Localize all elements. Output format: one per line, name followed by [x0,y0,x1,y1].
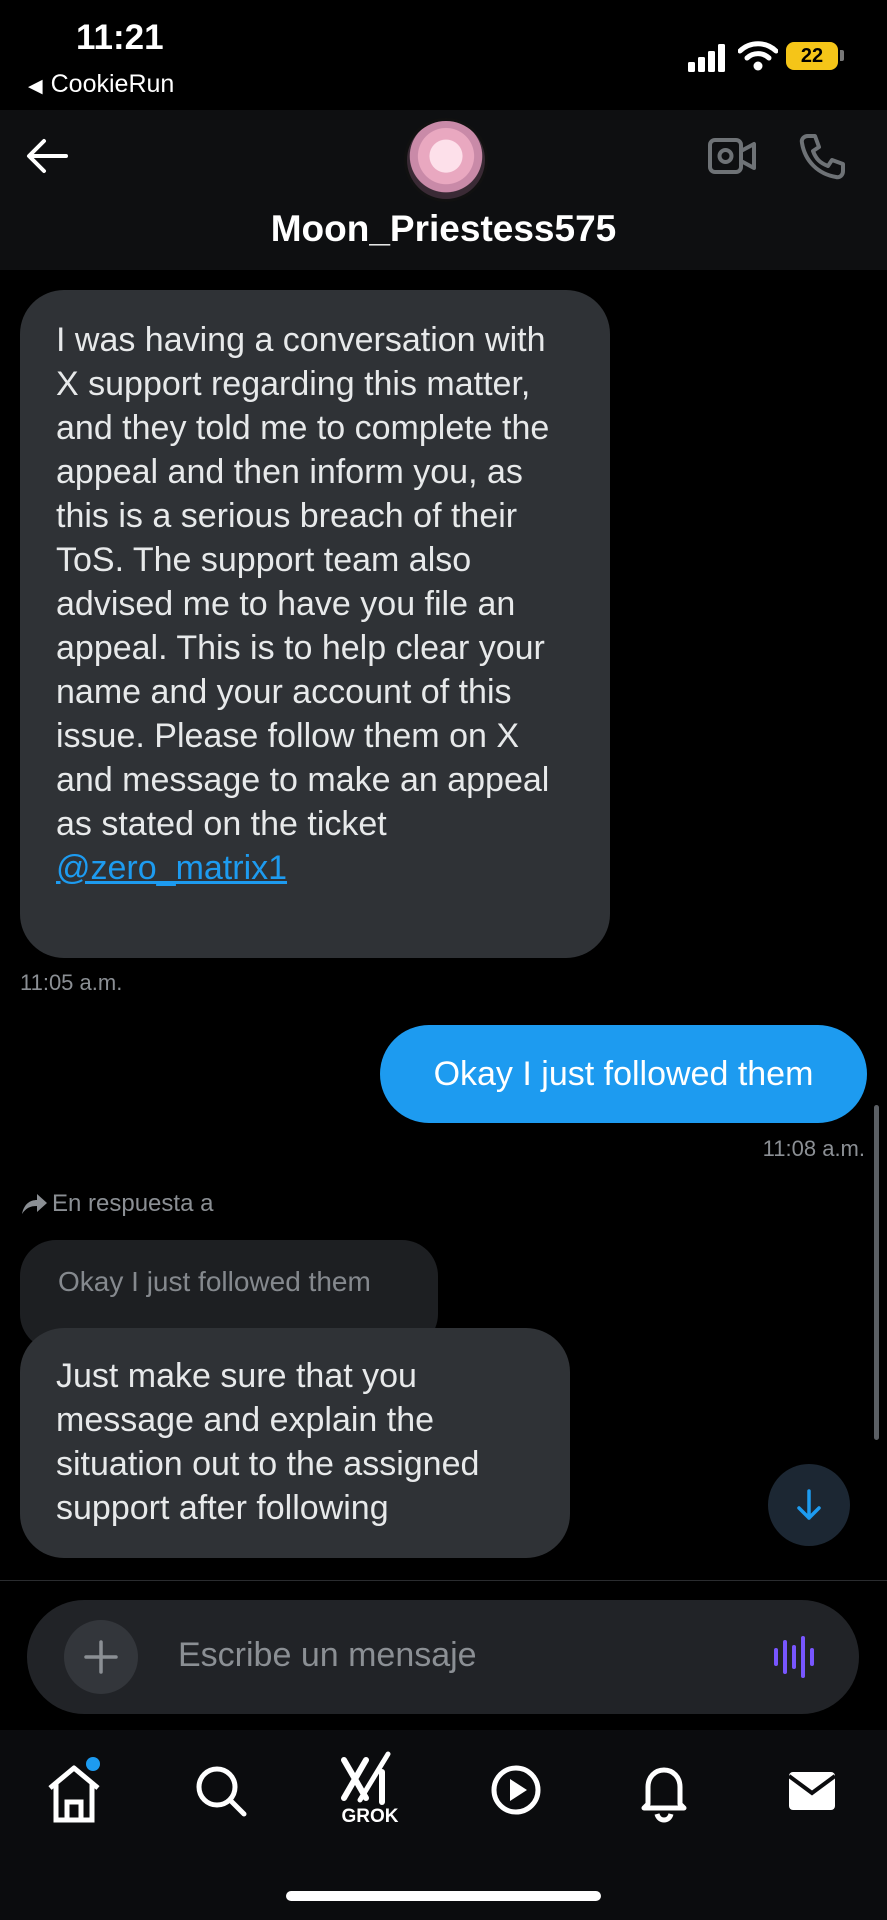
cellular-signal-icon [688,44,725,72]
reply-arrow-icon [22,1194,47,1214]
incoming-message[interactable]: I was having a conversation with X suppo… [20,290,610,958]
back-triangle-icon: ◀ [28,76,43,97]
add-attachment-button[interactable] [64,1620,138,1694]
notifications-icon[interactable] [624,1750,704,1830]
home-icon[interactable] [34,1750,114,1830]
messages-icon[interactable] [772,1750,852,1830]
arrow-down-icon [797,1489,821,1520]
back-app-label: CookieRun [50,70,175,98]
message-input[interactable]: Escribe un mensaje [178,1636,477,1675]
battery-indicator: 22 [786,42,838,70]
reply-context-label: En respuesta a [52,1190,214,1217]
phone-icon[interactable] [798,132,846,180]
video-call-icon[interactable] [708,136,756,176]
grok-label[interactable]: GROK [330,1806,410,1828]
status-time: 11:21 [76,18,164,57]
incoming-message[interactable]: Just make sure that you message and expl… [20,1328,570,1558]
message-text: I was having a conversation with X suppo… [56,321,550,843]
outgoing-message[interactable]: Okay I just followed them [380,1025,867,1123]
message-timestamp: 11:08 a.m. [762,1136,865,1161]
back-to-app-link[interactable]: ◀ CookieRun [28,70,174,99]
wifi-icon [738,41,778,71]
scroll-to-bottom-button[interactable] [768,1464,850,1546]
voice-message-icon[interactable] [772,1634,820,1680]
plus-icon [84,1640,118,1674]
scrollbar[interactable] [874,1105,879,1440]
message-timestamp: 11:05 a.m. [20,970,123,995]
home-indicator [286,1891,601,1901]
avatar[interactable] [404,118,488,202]
back-arrow-icon[interactable] [26,138,68,174]
battery-tip [840,50,844,61]
search-icon[interactable] [180,1750,260,1830]
reply-context: En respuesta a [20,1190,213,1218]
mention-link[interactable]: @zero_matrix1 [56,849,287,887]
video-icon[interactable] [476,1750,556,1830]
divider [0,1580,887,1581]
contact-username[interactable]: Moon_Priestess575 [0,208,887,250]
